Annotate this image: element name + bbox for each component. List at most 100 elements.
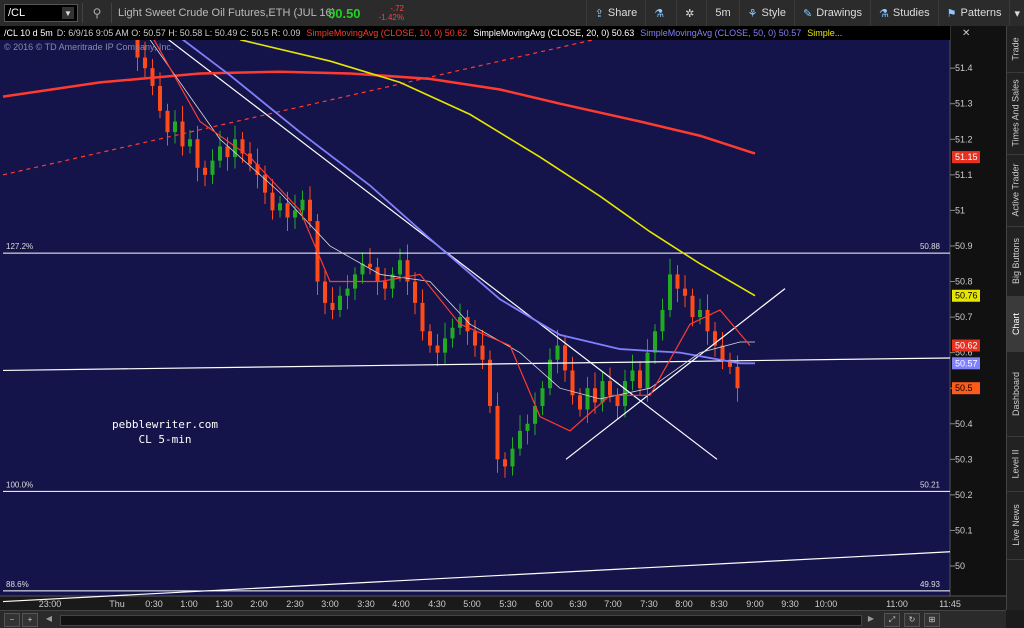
candle-body — [735, 366, 740, 389]
symbol-selector[interactable]: /CL ▼ — [4, 4, 78, 22]
candle-body — [660, 309, 665, 332]
watermark-caption: CL 5-min — [138, 433, 192, 446]
instrument-description: Light Sweet Crude Oil Futures,ETH (JUL 1… — [118, 7, 336, 19]
x-tick-label: 11:00 — [886, 599, 908, 609]
candle-body — [278, 203, 282, 211]
y-tick-label: 50.8 — [955, 277, 973, 287]
share-icon: ⇪ — [594, 7, 604, 20]
share-button[interactable]: ⇪ Share — [585, 0, 646, 26]
x-tick-label: 6:00 — [535, 599, 553, 609]
candle-body — [210, 160, 215, 175]
fib-value-label: 49.93 — [920, 580, 941, 589]
chart-close-icon[interactable]: ✕ — [962, 28, 970, 39]
candle-body — [173, 121, 177, 133]
more-button[interactable]: ▾ — [1009, 0, 1024, 26]
sidebar-tab-times-and-sales[interactable]: Times And Sales — [1007, 72, 1024, 155]
zoom-out-button[interactable]: − — [4, 613, 20, 627]
style-button[interactable]: ⚘ Style — [738, 0, 794, 26]
x-tick-label: 7:00 — [604, 599, 622, 609]
candle-body — [143, 57, 147, 69]
candle-body — [645, 352, 650, 389]
chart-background — [0, 26, 1006, 610]
patterns-icon: ⚑ — [946, 7, 957, 20]
candle-body — [720, 345, 725, 360]
study-sma-more[interactable]: Simple... — [807, 28, 842, 38]
drawings-button[interactable]: ✎ Drawings — [793, 0, 870, 26]
divider — [82, 3, 83, 23]
scroll-left-icon[interactable]: ◀ — [44, 614, 54, 624]
candle-body — [158, 85, 162, 111]
candle-body — [330, 302, 335, 310]
x-tick-label: 2:30 — [286, 599, 304, 609]
scroll-right-icon[interactable]: ▶ — [866, 614, 876, 624]
expand-button[interactable]: ⊞ — [924, 613, 940, 627]
chart-symbol: /CL 10 d 5m — [4, 28, 53, 38]
settings-button[interactable]: ✲ — [676, 0, 706, 26]
price-badge-label: 50.76 — [955, 291, 978, 301]
candle-body — [413, 281, 417, 303]
candle-body — [270, 192, 275, 211]
price-chart[interactable]: 51.451.351.251.15150.950.850.750.650.550… — [0, 26, 1006, 610]
y-tick-label: 51.1 — [955, 170, 973, 180]
reset-button[interactable]: ↻ — [904, 613, 920, 627]
candle-body — [638, 370, 642, 389]
x-tick-label: 0:30 — [145, 599, 163, 609]
chart-header: /CL 10 d 5m D: 6/9/16 9:05 AM O: 50.57 H… — [0, 26, 950, 40]
sidebar-tab-label: Trade — [1011, 37, 1021, 61]
candle-body — [428, 331, 432, 346]
x-tick-label: Thu — [109, 599, 125, 609]
study-sma10[interactable]: SimpleMovingAvg (CLOSE, 10, 0) 50.62 — [306, 28, 467, 38]
x-tick-label: 5:00 — [463, 599, 481, 609]
candle-body — [300, 199, 305, 211]
zoom-in-button[interactable]: + — [22, 613, 38, 627]
study-sma50[interactable]: SimpleMovingAvg (CLOSE, 50, 0) 50.57 — [640, 28, 801, 38]
candle-body — [285, 203, 290, 218]
x-tick-label: 3:30 — [357, 599, 375, 609]
sidebar-tab-label: Big Buttons — [1011, 237, 1021, 285]
candle-body — [218, 146, 222, 161]
y-tick-label: 50.4 — [955, 419, 973, 429]
sidebar-tab-trade[interactable]: Trade — [1007, 26, 1024, 73]
y-tick-label: 50 — [955, 561, 965, 571]
sidebar-tab-live-news[interactable]: Live News — [1007, 491, 1024, 560]
sidebar-tab-dashboard[interactable]: Dashboard — [1007, 351, 1024, 437]
patterns-button[interactable]: ⚑ Patterns — [937, 0, 1010, 26]
candle-body — [480, 345, 485, 360]
sidebar-tab-big-buttons[interactable]: Big Buttons — [1007, 226, 1024, 297]
toolbar: /CL ▼ ⚲ Light Sweet Crude Oil Futures,ET… — [0, 0, 1024, 27]
candle-body — [668, 274, 672, 310]
x-tick-label: 7:30 — [640, 599, 658, 609]
chevron-down-icon[interactable]: ▼ — [62, 7, 74, 19]
study-sma20-value: 50.63 — [611, 28, 635, 38]
candle-body — [578, 395, 582, 410]
studies-icon: ⚗ — [879, 7, 889, 20]
sidebar-tab-active-trader[interactable]: Active Trader — [1007, 154, 1024, 227]
candle-body — [563, 345, 567, 371]
sidebar-tab-label: Active Trader — [1011, 163, 1021, 217]
x-tick-label: 10:00 — [815, 599, 838, 609]
flask-button[interactable]: ⚗ — [645, 0, 676, 26]
candle-body — [540, 388, 545, 406]
sidebar-tab-chart[interactable]: Chart — [1007, 296, 1024, 352]
candle-body — [630, 370, 635, 382]
scroll-track[interactable] — [60, 615, 862, 626]
link-icon[interactable]: ⚲ — [87, 6, 107, 20]
candle-body — [338, 295, 342, 310]
study-sma20[interactable]: SimpleMovingAvg (CLOSE, 20, 0) 50.63 — [473, 28, 634, 38]
candle-body — [518, 430, 522, 449]
change-percent: -1.42% — [378, 13, 404, 22]
candle-body — [383, 281, 387, 289]
y-tick-label: 51.3 — [955, 99, 973, 109]
timeframe-button[interactable]: 5m — [706, 0, 738, 26]
zoom-fit-button[interactable]: ⤢ — [884, 613, 900, 627]
candle-body — [608, 381, 612, 396]
candle-body — [195, 139, 200, 168]
chart-scrollbar[interactable]: − + ◀ ▶ ⤢ ↻ ⊞ — [0, 610, 1006, 628]
x-tick-label: 23:00 — [39, 599, 62, 609]
sidebar-tab-level-ii[interactable]: Level II — [1007, 436, 1024, 492]
study-sma20-label: SimpleMovingAvg (CLOSE, 20, 0) — [473, 28, 610, 38]
y-tick-label: 51.2 — [955, 134, 973, 144]
candle-body — [188, 139, 192, 147]
sidebar-tab-label: Level II — [1011, 448, 1021, 479]
studies-button[interactable]: ⚗ Studies — [870, 0, 938, 26]
